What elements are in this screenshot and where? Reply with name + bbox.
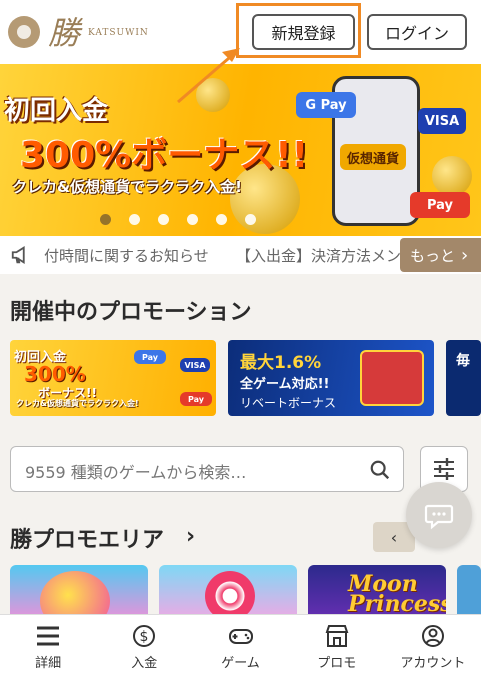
promo-card-deposit-bonus[interactable]: 初回入金 300% ボーナス!! クレカ&仮想通貨でラクラク入金! Pay VI… (10, 340, 216, 416)
promotions-title: 開催中のプロモーション (10, 300, 252, 325)
nav-item-details[interactable]: 詳細 (0, 615, 96, 678)
carousel-dot[interactable] (187, 214, 198, 225)
nav-label: ゲーム (221, 655, 260, 671)
visa-badge: VISA (180, 358, 210, 372)
dollar-icon: $ (133, 624, 156, 647)
search-icon[interactable] (369, 459, 391, 481)
nav-label: アカウント (400, 655, 466, 671)
nav-label: 詳細 (35, 655, 62, 671)
annotation-arrow (177, 48, 240, 104)
carousel-dot[interactable] (158, 214, 169, 225)
ticker-text[interactable]: 付時間に関するお知らせ (44, 245, 209, 266)
nav-item-promo[interactable]: プロモ (289, 615, 385, 678)
gamepad-icon (228, 628, 253, 644)
promo-line: リベートボーナス (240, 396, 337, 410)
crypto-badge: 仮想通貨 (340, 144, 406, 170)
nav-item-games[interactable]: ゲーム (192, 615, 288, 678)
promo-line: 全ゲーム対応!! (240, 377, 330, 392)
chat-button[interactable] (406, 482, 472, 548)
account-icon (421, 624, 444, 647)
slot-machine-illustration (360, 350, 424, 406)
promo-card-partial[interactable]: 毎 (446, 340, 481, 416)
carousel-dot[interactable] (216, 214, 227, 225)
bottom-nav: 詳細 $ 入金 ゲーム プロモ アカウント (0, 614, 481, 678)
ticker-text[interactable]: 【入出金】決済方法メン (236, 245, 401, 266)
katsu-promo-title[interactable]: 勝プロモエリア (10, 522, 164, 554)
carousel-dot[interactable] (129, 214, 140, 225)
carousel-dot[interactable] (100, 214, 111, 225)
megaphone-icon (11, 246, 25, 264)
chevron-right-icon[interactable]: › (186, 524, 195, 549)
game-search-input[interactable]: 9559 種類のゲームから検索… (10, 446, 404, 492)
carousel-dot[interactable] (245, 214, 256, 225)
promo-line: 毎 (456, 353, 470, 369)
nav-label: プロモ (317, 655, 357, 671)
promo-card-rebate[interactable]: 最大1.6% 全ゲーム対応!! リベートボーナス (228, 340, 434, 416)
promo-line: クレカ&仮想通貨でラクラク入金! (16, 399, 139, 408)
applepay-badge: Pay (410, 192, 470, 218)
applepay-badge: Pay (180, 392, 212, 406)
chat-icon (424, 504, 454, 530)
store-icon (325, 624, 349, 647)
carousel-dots (100, 214, 256, 225)
more-label: もっと (410, 246, 456, 265)
more-button[interactable]: もっと › (400, 238, 481, 272)
svg-text:$: $ (140, 629, 149, 645)
promo-line: 最大1.6% (240, 353, 322, 373)
banner-line3: クレカ&仮想通貨でラクラク入金! (12, 178, 242, 196)
coin-decoration (432, 156, 472, 196)
banner-line2: 300%ボーナス!! (20, 135, 309, 176)
promo-line: 300% (24, 362, 86, 386)
sliders-icon (434, 458, 454, 480)
gpay-badge: Pay (134, 350, 166, 364)
chevron-right-icon: › (461, 244, 469, 266)
menu-icon (37, 626, 60, 645)
nav-item-account[interactable]: アカウント (385, 615, 481, 678)
nav-item-deposit[interactable]: $ 入金 (96, 615, 192, 678)
search-placeholder: 9559 種類のゲームから検索… (25, 463, 247, 482)
nav-label: 入金 (131, 655, 158, 671)
game-title: Moon Princess (348, 571, 446, 617)
